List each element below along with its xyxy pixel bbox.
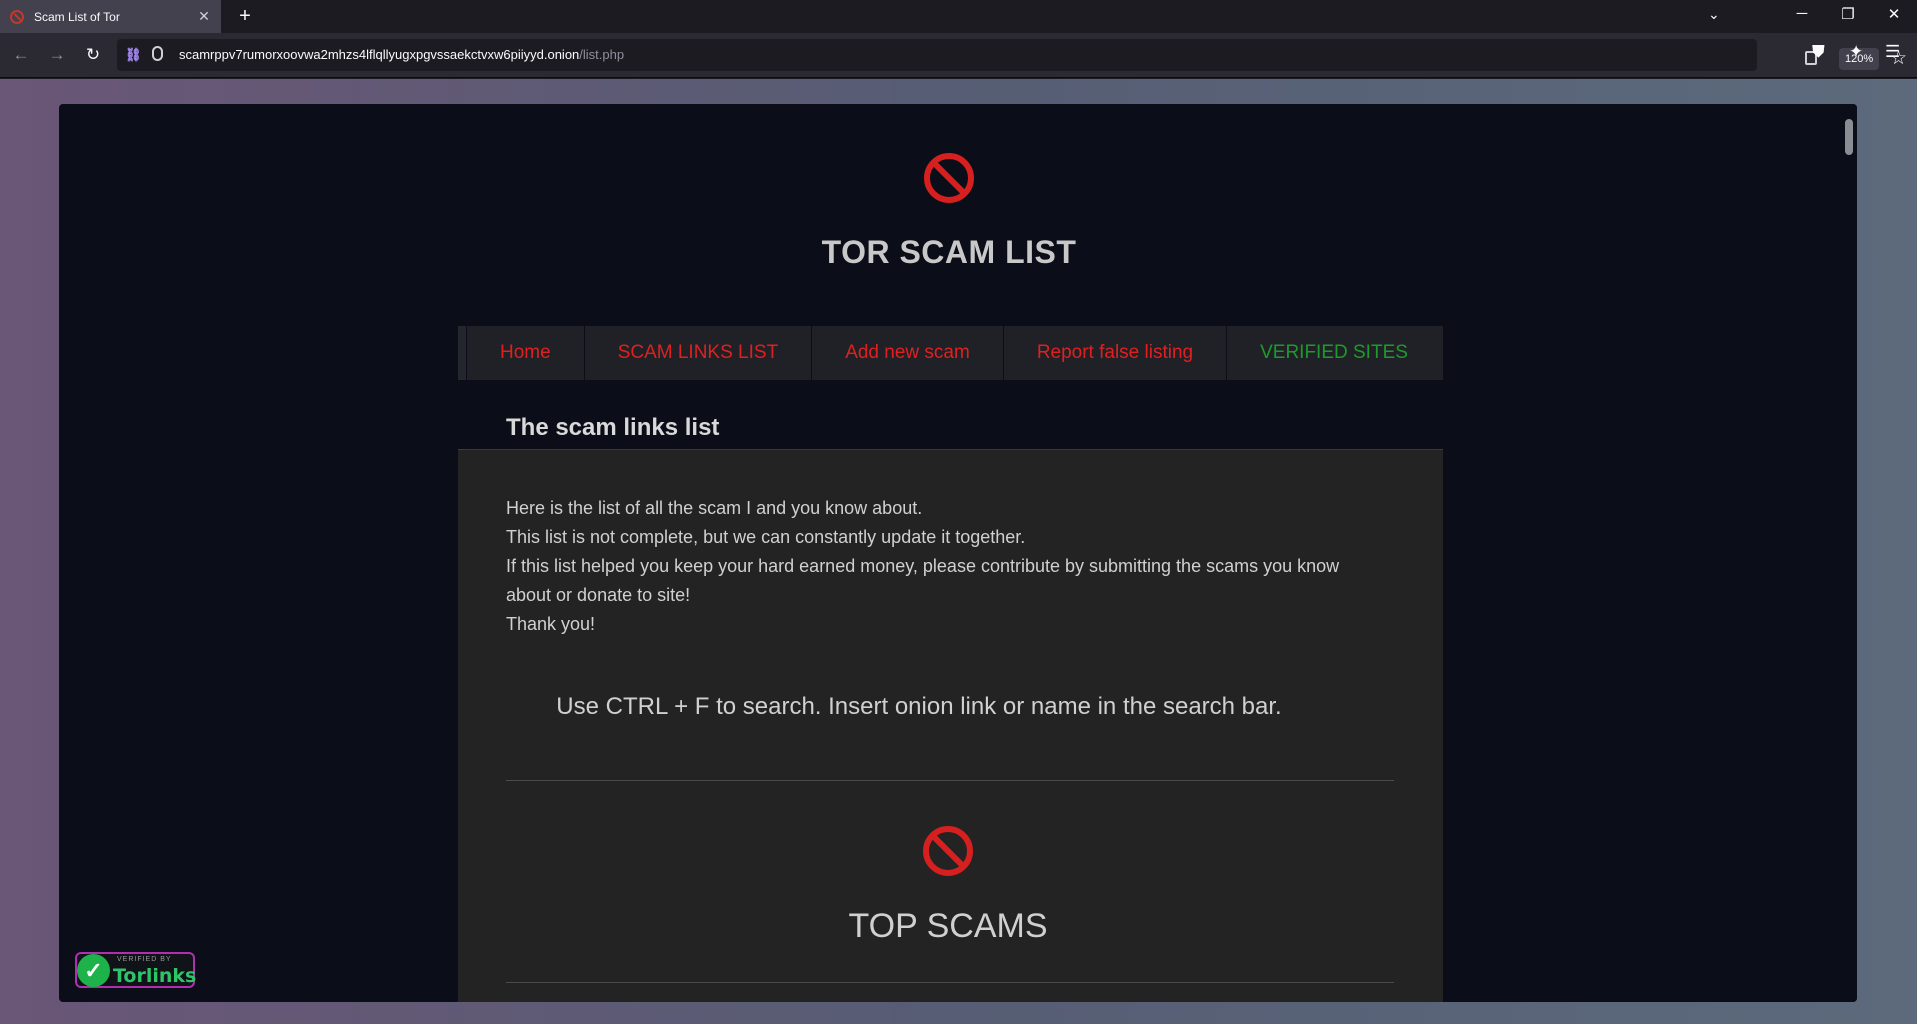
restore-button[interactable]: ❐ — [1825, 5, 1871, 23]
forward-button[interactable]: → — [45, 45, 69, 65]
close-window-button[interactable]: ✕ — [1871, 5, 1917, 23]
new-tab-button[interactable]: + — [232, 4, 258, 28]
site-container: TOR SCAM LIST Home SCAM LINKS LIST Add n… — [59, 104, 1857, 1002]
search-hint: Use CTRL + F to search. Insert onion lin… — [556, 693, 1282, 720]
menu-item-verified-sites[interactable]: VERIFIED SITES — [1226, 326, 1441, 380]
divider — [506, 780, 1394, 781]
prohibited-logo-icon — [924, 153, 974, 203]
address-bar[interactable]: ⛓ scamrppv7rumorxoovwa2mhzs4lflqllyugxpg… — [117, 39, 1907, 71]
url-path: /list.php — [579, 47, 625, 62]
back-button[interactable]: ← — [9, 45, 33, 65]
scrollbar[interactable] — [1841, 104, 1857, 1002]
page-viewport: TOR SCAM LIST Home SCAM LINKS LIST Add n… — [0, 79, 1917, 1024]
url-text[interactable]: scamrppv7rumorxoovwa2mhzs4lflqllyugxpgvs… — [179, 47, 624, 62]
section-title: The scam links list — [506, 414, 720, 441]
menu-item-home[interactable]: Home — [466, 326, 584, 380]
url-host: scamrppv7rumorxoovwa2mhzs4lflqllyugxpgvs… — [179, 47, 580, 62]
shield-icon[interactable]: ⛊ — [1812, 42, 1825, 62]
menu-item-add-new-scam[interactable]: Add new scam — [811, 326, 1003, 380]
onion-lock-icon[interactable] — [152, 46, 163, 61]
tracking-protection-icon[interactable]: ⛓ — [125, 47, 142, 63]
navigation-toolbar: ← → ↻ ⛓ scamrppv7rumorxoovwa2mhzs4lflqll… — [0, 33, 1917, 78]
top-scams-title: TOP SCAMS — [848, 907, 1048, 945]
hamburger-menu-icon[interactable]: ☰ — [1885, 42, 1900, 62]
checkmark-icon: ✓ — [77, 954, 110, 987]
section-header: The scam links list — [458, 380, 1443, 450]
scrollbar-thumb[interactable] — [1845, 119, 1853, 155]
extensions-icon[interactable]: ✦ — [1849, 42, 1863, 62]
prohibited-favicon-icon — [10, 9, 24, 24]
tab-strip: Scam List of Tor ✕ + ⌄ ─ ❐ ✕ — [0, 0, 1917, 33]
tab-list-chevron-icon[interactable]: ⌄ — [1708, 6, 1720, 23]
menu-item-report-false-listing[interactable]: Report false listing — [1002, 326, 1226, 380]
intro-line: Thank you! — [506, 614, 596, 634]
intro-line: If this list helped you keep your hard e… — [506, 556, 1340, 605]
main-menu: Home SCAM LINKS LIST Add new scam Report… — [458, 326, 1443, 380]
verified-by-torlinks-badge[interactable]: ✓ VERIFIED BY Torlinks — [75, 952, 197, 988]
prohibited-icon — [923, 826, 973, 876]
divider — [506, 982, 1394, 983]
menu-item-scam-links-list[interactable]: SCAM LINKS LIST — [583, 326, 812, 380]
intro-text: Here is the list of all the scam I and y… — [506, 494, 1376, 639]
badge-caption: VERIFIED BY — [117, 956, 172, 963]
tab-close-icon[interactable]: ✕ — [193, 8, 215, 25]
reload-button[interactable]: ↻ — [81, 45, 105, 65]
intro-line: Here is the list of all the scam I and y… — [506, 498, 923, 518]
tab-title: Scam List of Tor — [34, 9, 120, 24]
browser-tab-active[interactable]: Scam List of Tor ✕ — [0, 0, 221, 33]
badge-brand: Torlinks — [113, 965, 197, 987]
content-panel: Here is the list of all the scam I and y… — [458, 450, 1443, 1002]
intro-line: This list is not complete, but we can co… — [506, 527, 1026, 547]
minimize-button[interactable]: ─ — [1779, 5, 1825, 22]
site-title: TOR SCAM LIST — [821, 234, 1077, 270]
